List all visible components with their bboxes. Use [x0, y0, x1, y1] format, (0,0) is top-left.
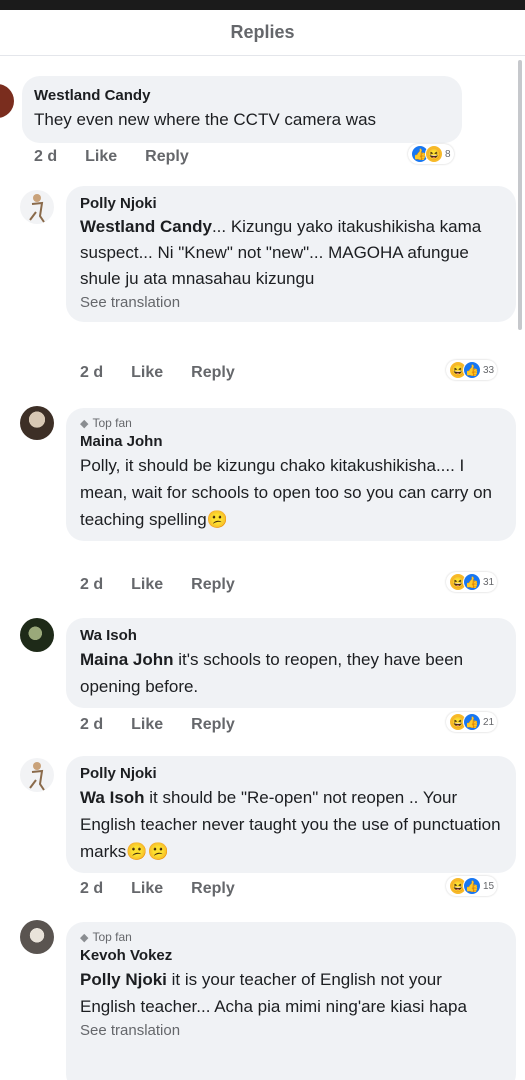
like-reaction-icon: 👍: [463, 361, 481, 379]
comment: Westland Candy They even new where the C…: [0, 72, 525, 182]
comment-text: Polly Njoki it is your teacher of Englis…: [80, 966, 502, 1020]
diamond-icon: ◆: [80, 931, 89, 944]
top-fan-label: Top fan: [92, 930, 132, 944]
reply-button[interactable]: Reply: [191, 576, 235, 594]
avatar[interactable]: [20, 920, 54, 954]
comment: ◆ Top fan Kevoh Vokez Polly Njoki it is …: [0, 918, 525, 1080]
comment-bubble: ◆ Top fan Kevoh Vokez Polly Njoki it is …: [66, 922, 516, 1080]
reaction-count: 15: [483, 880, 495, 892]
comment-time: 2 d: [34, 148, 58, 165]
comment-bubble: Wa Isoh Maina John it's schools to reope…: [66, 618, 516, 708]
haha-reaction-icon: 😆: [425, 145, 443, 163]
reaction-summary[interactable]: 😆 👍 31: [446, 572, 498, 592]
reaction-count: 8: [445, 148, 451, 160]
reaction-summary[interactable]: 😆 👍 21: [446, 712, 498, 732]
comment-author[interactable]: Polly Njoki: [80, 194, 502, 214]
comment: Polly Njoki Wa Isoh it should be "Re-ope…: [0, 752, 525, 912]
see-translation-link[interactable]: See translation: [80, 1020, 502, 1042]
comment-actions: 2 d Like Reply: [80, 576, 235, 594]
comment-text: Polly, it should be kizungu chako kitaku…: [80, 456, 493, 529]
reaction-count: 21: [483, 716, 495, 728]
avatar[interactable]: [20, 758, 54, 792]
reaction-count: 31: [483, 576, 495, 588]
comment-bubble: Westland Candy They even new where the C…: [22, 76, 462, 143]
like-button[interactable]: Like: [131, 576, 163, 594]
like-reaction-icon: 👍: [463, 573, 481, 591]
reply-button[interactable]: Reply: [191, 716, 235, 734]
comment-author[interactable]: Kevoh Vokez: [80, 946, 502, 966]
reaction-summary[interactable]: 😆 👍 33: [446, 360, 498, 380]
status-bar: [0, 0, 525, 10]
comment-time: 2 d: [80, 576, 104, 593]
like-button[interactable]: Like: [85, 148, 117, 166]
comment-author[interactable]: Westland Candy: [34, 86, 450, 106]
comment-actions: 2 d Like Reply: [34, 148, 189, 166]
comment-time: 2 d: [80, 880, 104, 897]
comment-text: They even new where the CCTV camera was: [34, 110, 377, 129]
like-button[interactable]: Like: [131, 880, 163, 898]
avatar[interactable]: [20, 406, 54, 440]
comment-bubble: ◆ Top fan Maina John Polly, it should be…: [66, 408, 516, 541]
avatar[interactable]: [20, 190, 54, 224]
mention-link[interactable]: Wa Isoh: [80, 788, 145, 807]
see-translation-link[interactable]: See translation: [80, 292, 502, 314]
mention-link[interactable]: Maina John: [80, 650, 174, 669]
reply-button[interactable]: Reply: [145, 148, 189, 166]
like-button[interactable]: Like: [131, 716, 163, 734]
top-fan-badge: ◆ Top fan: [80, 930, 502, 944]
comment: Wa Isoh Maina John it's schools to reope…: [0, 614, 525, 744]
like-button[interactable]: Like: [131, 364, 163, 382]
avatar[interactable]: [20, 618, 54, 652]
comment: ◆ Top fan Maina John Polly, it should be…: [0, 404, 525, 604]
comment-bubble: Polly Njoki Westland Candy... Kizungu ya…: [66, 186, 516, 322]
comment-author[interactable]: Wa Isoh: [80, 626, 502, 646]
replies-header: Replies: [0, 10, 525, 56]
reply-button[interactable]: Reply: [191, 364, 235, 382]
reaction-count: 33: [483, 364, 495, 376]
comment-text: Wa Isoh it should be "Re-open" not reope…: [80, 784, 502, 865]
person-illustration-icon: [29, 762, 45, 791]
top-fan-badge: ◆ Top fan: [80, 416, 502, 430]
like-reaction-icon: 👍: [463, 713, 481, 731]
top-fan-label: Top fan: [92, 416, 132, 430]
comment: Polly Njoki Westland Candy... Kizungu ya…: [0, 182, 525, 394]
avatar[interactable]: [0, 84, 14, 118]
diamond-icon: ◆: [80, 417, 89, 430]
comment-actions: 2 d Like Reply: [80, 364, 235, 382]
comment-actions: 2 d Like Reply: [80, 880, 235, 898]
like-reaction-icon: 👍: [463, 877, 481, 895]
comment-author[interactable]: Maina John: [80, 432, 502, 452]
mention-link[interactable]: Polly Njoki: [80, 970, 167, 989]
reply-button[interactable]: Reply: [191, 880, 235, 898]
page-title: Replies: [230, 22, 295, 42]
comment-bubble: Polly Njoki Wa Isoh it should be "Re-ope…: [66, 756, 516, 873]
reaction-summary[interactable]: 😆 👍 15: [446, 876, 498, 896]
comment-text: Maina John it's schools to reopen, they …: [80, 646, 502, 700]
comment-text: Westland Candy... Kizungu yako itakushik…: [80, 214, 502, 292]
comment-time: 2 d: [80, 716, 104, 733]
reaction-summary[interactable]: 👍 😆 8: [408, 144, 454, 164]
person-illustration-icon: [29, 194, 45, 223]
comment-author[interactable]: Polly Njoki: [80, 764, 502, 784]
mention-link[interactable]: Westland Candy: [80, 217, 212, 236]
comment-actions: 2 d Like Reply: [80, 716, 235, 734]
comment-time: 2 d: [80, 364, 104, 381]
